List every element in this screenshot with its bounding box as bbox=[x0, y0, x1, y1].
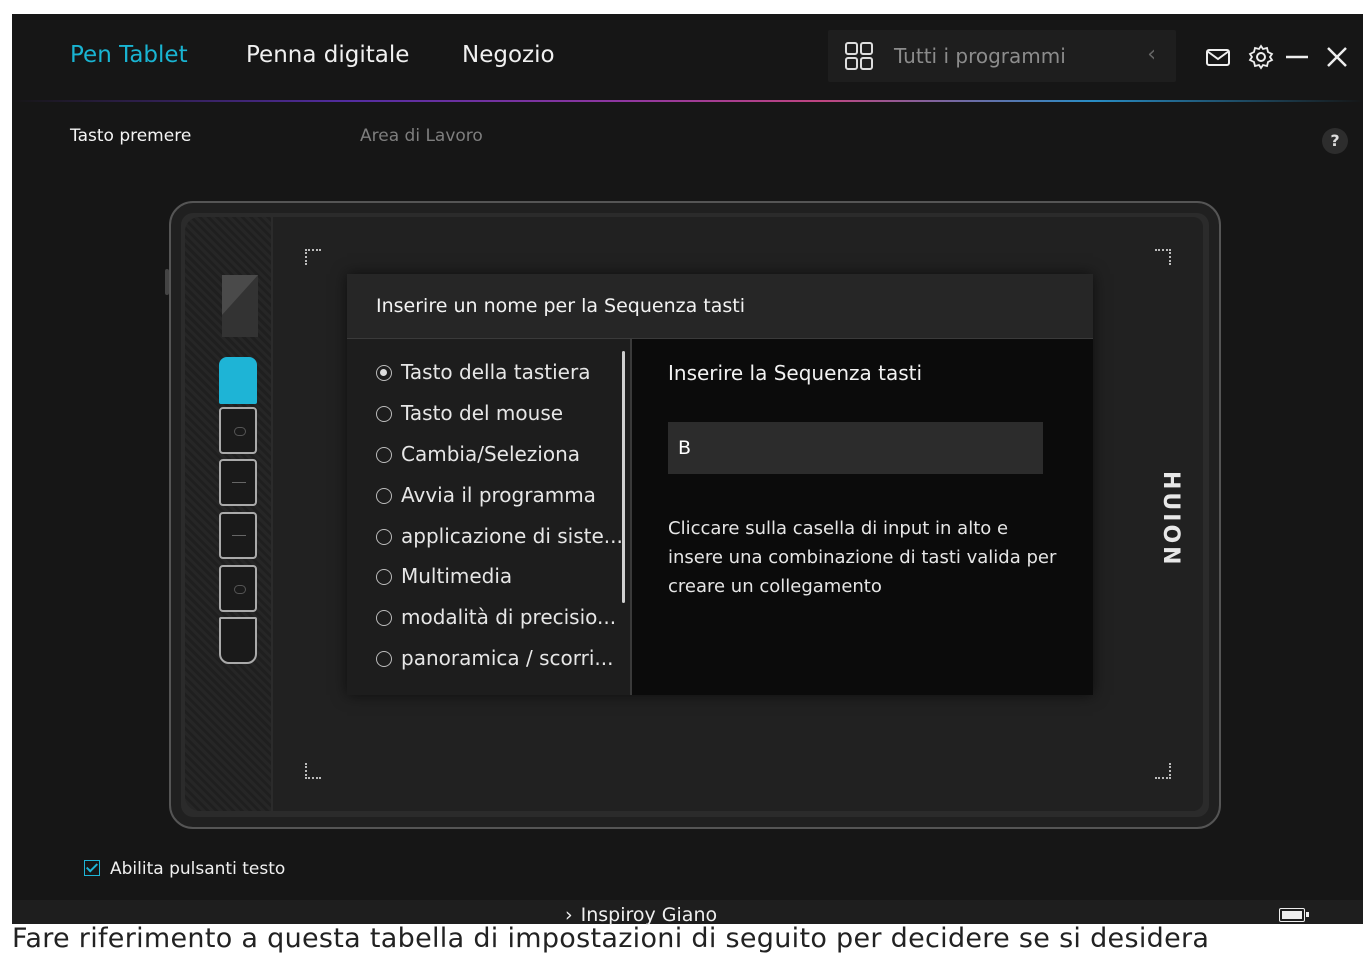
page-caption-text: Fare riferimento a questa tabella di imp… bbox=[12, 923, 1210, 954]
express-key-2[interactable] bbox=[219, 407, 257, 454]
key-sequence-title: Inserire la Sequenza tasti bbox=[668, 361, 923, 385]
key-dot-icon bbox=[234, 585, 246, 594]
option-avvia-programma[interactable]: Avvia il programma bbox=[376, 483, 596, 507]
device-selector[interactable]: › Inspiroy Giano bbox=[565, 904, 717, 926]
dialog-header[interactable]: Inserire un nome per la Sequenza tasti bbox=[347, 274, 1093, 339]
option-modalita-precisione[interactable]: modalità di precisio... bbox=[376, 605, 616, 629]
option-tasto-mouse[interactable]: Tasto del mouse bbox=[376, 401, 563, 425]
grid-icon bbox=[845, 42, 873, 70]
express-key-5[interactable] bbox=[219, 565, 257, 612]
mail-icon[interactable] bbox=[1205, 44, 1231, 70]
corner-mark-br bbox=[1155, 763, 1171, 779]
key-sequence-help-text: Cliccare sulla casella di input in alto … bbox=[668, 518, 1057, 597]
chevron-right-icon: › bbox=[565, 904, 573, 926]
checkbox-checked-icon bbox=[84, 860, 100, 876]
tab-penna-digitale[interactable]: Penna digitale bbox=[246, 42, 409, 68]
radio-icon bbox=[376, 610, 392, 626]
option-label: Cambia/Seleziona bbox=[401, 442, 581, 466]
tab-negozio[interactable]: Negozio bbox=[462, 42, 555, 68]
gear-icon[interactable] bbox=[1248, 44, 1274, 70]
close-icon[interactable] bbox=[1324, 44, 1350, 70]
battery-icon bbox=[1279, 908, 1309, 922]
huion-logo: HUION bbox=[1158, 471, 1183, 568]
option-label: Multimedia bbox=[401, 564, 513, 588]
key-sequence-dialog: Inserire un nome per la Sequenza tasti T… bbox=[347, 274, 1093, 695]
subtab-area-di-lavoro[interactable]: Area di Lavoro bbox=[360, 126, 483, 146]
chevron-left-icon[interactable]: ‹ bbox=[1147, 42, 1156, 67]
key-sequence-panel: Inserire la Sequenza tasti Cliccare sull… bbox=[632, 339, 1093, 695]
nav-divider bbox=[12, 100, 1363, 102]
option-tasto-tastiera[interactable]: Tasto della tastiera bbox=[376, 360, 590, 384]
radio-icon bbox=[376, 529, 392, 545]
option-panoramica-scorrimento[interactable]: panoramica / scorri... bbox=[376, 646, 613, 670]
minimize-icon[interactable] bbox=[1284, 44, 1310, 70]
option-cambia-seleziona[interactable]: Cambia/Seleziona bbox=[376, 442, 580, 466]
express-key-1[interactable] bbox=[219, 357, 257, 404]
help-icon[interactable]: ? bbox=[1322, 128, 1348, 154]
function-type-list: Tasto della tastiera Tasto del mouse Cam… bbox=[347, 339, 632, 695]
key-dash-icon bbox=[232, 482, 246, 483]
tab-pen-tablet[interactable]: Pen Tablet bbox=[70, 42, 188, 68]
enable-text-buttons-checkbox[interactable]: Abilita pulsanti testo bbox=[84, 859, 285, 879]
option-label: Tasto della tastiera bbox=[401, 360, 591, 384]
express-key-6[interactable] bbox=[219, 617, 257, 664]
corner-mark-bl bbox=[305, 763, 321, 779]
radio-icon bbox=[376, 447, 392, 463]
program-selector[interactable]: Tutti i programmi ‹ bbox=[828, 30, 1176, 82]
tablet-logo-mark bbox=[222, 275, 258, 315]
option-label: modalità di precisio... bbox=[401, 605, 617, 629]
dialog-title: Inserire un nome per la Sequenza tasti bbox=[376, 295, 745, 317]
key-dot-icon bbox=[234, 427, 246, 436]
device-name-label: Inspiroy Giano bbox=[580, 904, 718, 926]
key-sequence-input[interactable] bbox=[668, 422, 1043, 474]
option-applicazione-sistema[interactable]: applicazione di siste... bbox=[376, 524, 623, 548]
radio-icon bbox=[376, 488, 392, 504]
corner-mark-tl bbox=[305, 249, 321, 265]
radio-icon bbox=[376, 569, 392, 585]
corner-mark-tr bbox=[1155, 249, 1171, 265]
radio-icon bbox=[376, 651, 392, 667]
express-key-4[interactable] bbox=[219, 512, 257, 559]
option-multimedia[interactable]: Multimedia bbox=[376, 564, 512, 588]
express-key-strip bbox=[185, 217, 271, 811]
list-scrollbar[interactable] bbox=[622, 351, 625, 603]
option-label: panoramica / scorri... bbox=[401, 646, 614, 670]
option-label: Tasto del mouse bbox=[401, 401, 564, 425]
option-label: applicazione di siste... bbox=[401, 524, 623, 548]
key-dash-icon bbox=[232, 535, 246, 536]
express-key-3[interactable] bbox=[219, 459, 257, 506]
app-window: Pen Tablet Penna digitale Negozio Tutti … bbox=[12, 14, 1363, 924]
program-selector-label: Tutti i programmi bbox=[894, 44, 1066, 68]
subtab-tasto-premere[interactable]: Tasto premere bbox=[70, 126, 191, 146]
tablet-side-edge bbox=[165, 269, 169, 295]
radio-selected-icon bbox=[376, 365, 392, 381]
radio-icon bbox=[376, 406, 392, 422]
option-label: Avvia il programma bbox=[401, 483, 596, 507]
top-nav: Pen Tablet Penna digitale Negozio Tutti … bbox=[12, 14, 1363, 100]
enable-text-buttons-label: Abilita pulsanti testo bbox=[110, 859, 286, 879]
